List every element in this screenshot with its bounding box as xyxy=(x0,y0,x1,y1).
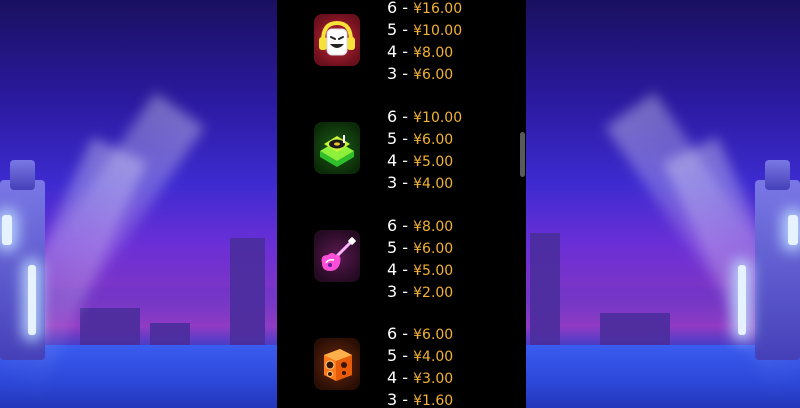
left-tower-light xyxy=(28,265,36,335)
payout-amount: ¥8.00 xyxy=(413,45,454,61)
left-stage-tower-top xyxy=(10,160,35,190)
city-silhouette xyxy=(230,238,265,348)
payout-row: 4 - ¥5.00 xyxy=(387,259,453,281)
payout-list: 6 - ¥10.00 5 - ¥6.00 4 - ¥5.00 3 - ¥4.00 xyxy=(387,106,462,194)
match-count: 3 - xyxy=(387,282,414,301)
right-tower-light xyxy=(788,215,798,245)
match-count: 4 - xyxy=(387,260,414,279)
payout-row: 3 - ¥6.00 xyxy=(387,63,462,85)
payout-amount: ¥4.00 xyxy=(413,349,454,365)
left-stage-tower xyxy=(0,180,45,360)
right-stage-tower-top xyxy=(765,160,790,190)
payout-amount: ¥3.00 xyxy=(413,371,454,387)
payout-row: 5 - ¥4.00 xyxy=(387,345,453,367)
payout-amount: ¥6.00 xyxy=(413,327,454,343)
paytable-entry: 6 - ¥8.00 5 - ¥6.00 4 - ¥5.00 3 - ¥2.00 xyxy=(277,215,526,310)
payout-list: 6 - ¥6.00 5 - ¥4.00 4 - ¥3.00 3 - ¥1.60 xyxy=(387,323,453,408)
scrollbar-track[interactable] xyxy=(518,0,526,408)
payout-row: 6 - ¥8.00 xyxy=(387,215,453,237)
match-count: 5 - xyxy=(387,20,414,39)
city-silhouette xyxy=(530,233,560,348)
payout-row: 3 - ¥2.00 xyxy=(387,281,453,303)
payout-row: 4 - ¥8.00 xyxy=(387,41,462,63)
payout-amount: ¥10.00 xyxy=(413,23,463,39)
payout-amount: ¥1.60 xyxy=(413,393,454,408)
payout-amount: ¥4.00 xyxy=(413,176,454,192)
payout-row: 6 - ¥16.00 xyxy=(387,0,462,19)
match-count: 6 - xyxy=(387,216,414,235)
match-count: 3 - xyxy=(387,64,414,83)
match-count: 5 - xyxy=(387,129,414,148)
payout-row: 4 - ¥3.00 xyxy=(387,367,453,389)
payout-row: 6 - ¥6.00 xyxy=(387,323,453,345)
payout-amount: ¥5.00 xyxy=(413,154,454,170)
match-count: 4 - xyxy=(387,151,414,170)
match-count: 6 - xyxy=(387,107,414,126)
paytable-entry: 6 - ¥6.00 5 - ¥4.00 4 - ¥3.00 3 - ¥1.60 xyxy=(277,323,526,408)
payout-row: 5 - ¥6.00 xyxy=(387,128,462,150)
electric-guitar-icon xyxy=(314,230,360,282)
payout-amount: ¥6.00 xyxy=(413,132,454,148)
right-stage-tower xyxy=(755,180,800,360)
payout-list: 6 - ¥8.00 5 - ¥6.00 4 - ¥5.00 3 - ¥2.00 xyxy=(387,215,453,303)
match-count: 3 - xyxy=(387,173,414,192)
left-tower-light xyxy=(2,215,12,245)
payout-row: 3 - ¥1.60 xyxy=(387,389,453,408)
payout-amount: ¥16.00 xyxy=(413,1,463,17)
match-count: 3 - xyxy=(387,390,414,408)
match-count: 6 - xyxy=(387,324,414,343)
payout-amount: ¥10.00 xyxy=(413,110,463,126)
payout-amount: ¥5.00 xyxy=(413,263,454,279)
payout-amount: ¥6.00 xyxy=(413,241,454,257)
payout-row: 4 - ¥5.00 xyxy=(387,150,462,172)
dj-mask-headphones-icon xyxy=(314,14,360,66)
city-silhouette xyxy=(600,313,670,348)
city-silhouette xyxy=(80,308,140,348)
match-count: 6 - xyxy=(387,0,414,17)
match-count: 4 - xyxy=(387,368,414,387)
payout-row: 5 - ¥10.00 xyxy=(387,19,462,41)
payout-amount: ¥2.00 xyxy=(413,285,454,301)
paytable-entry: 6 - ¥16.00 5 - ¥10.00 4 - ¥8.00 3 - ¥6.0… xyxy=(277,0,526,92)
payout-row: 3 - ¥4.00 xyxy=(387,172,462,194)
paytable-panel[interactable]: 6 - ¥16.00 5 - ¥10.00 4 - ¥8.00 3 - ¥6.0… xyxy=(277,0,526,408)
right-tower-light xyxy=(738,265,746,335)
match-count: 5 - xyxy=(387,346,414,365)
payout-amount: ¥8.00 xyxy=(413,219,454,235)
speaker-icon xyxy=(314,338,360,390)
payout-row: 5 - ¥6.00 xyxy=(387,237,453,259)
scrollbar-thumb[interactable] xyxy=(520,132,525,177)
paytable-entry: 6 - ¥10.00 5 - ¥6.00 4 - ¥5.00 3 - ¥4.00 xyxy=(277,106,526,201)
match-count: 4 - xyxy=(387,42,414,61)
payout-amount: ¥6.00 xyxy=(413,67,454,83)
turntable-icon xyxy=(314,122,360,174)
payout-list: 6 - ¥16.00 5 - ¥10.00 4 - ¥8.00 3 - ¥6.0… xyxy=(387,0,462,85)
payout-row: 6 - ¥10.00 xyxy=(387,106,462,128)
match-count: 5 - xyxy=(387,238,414,257)
